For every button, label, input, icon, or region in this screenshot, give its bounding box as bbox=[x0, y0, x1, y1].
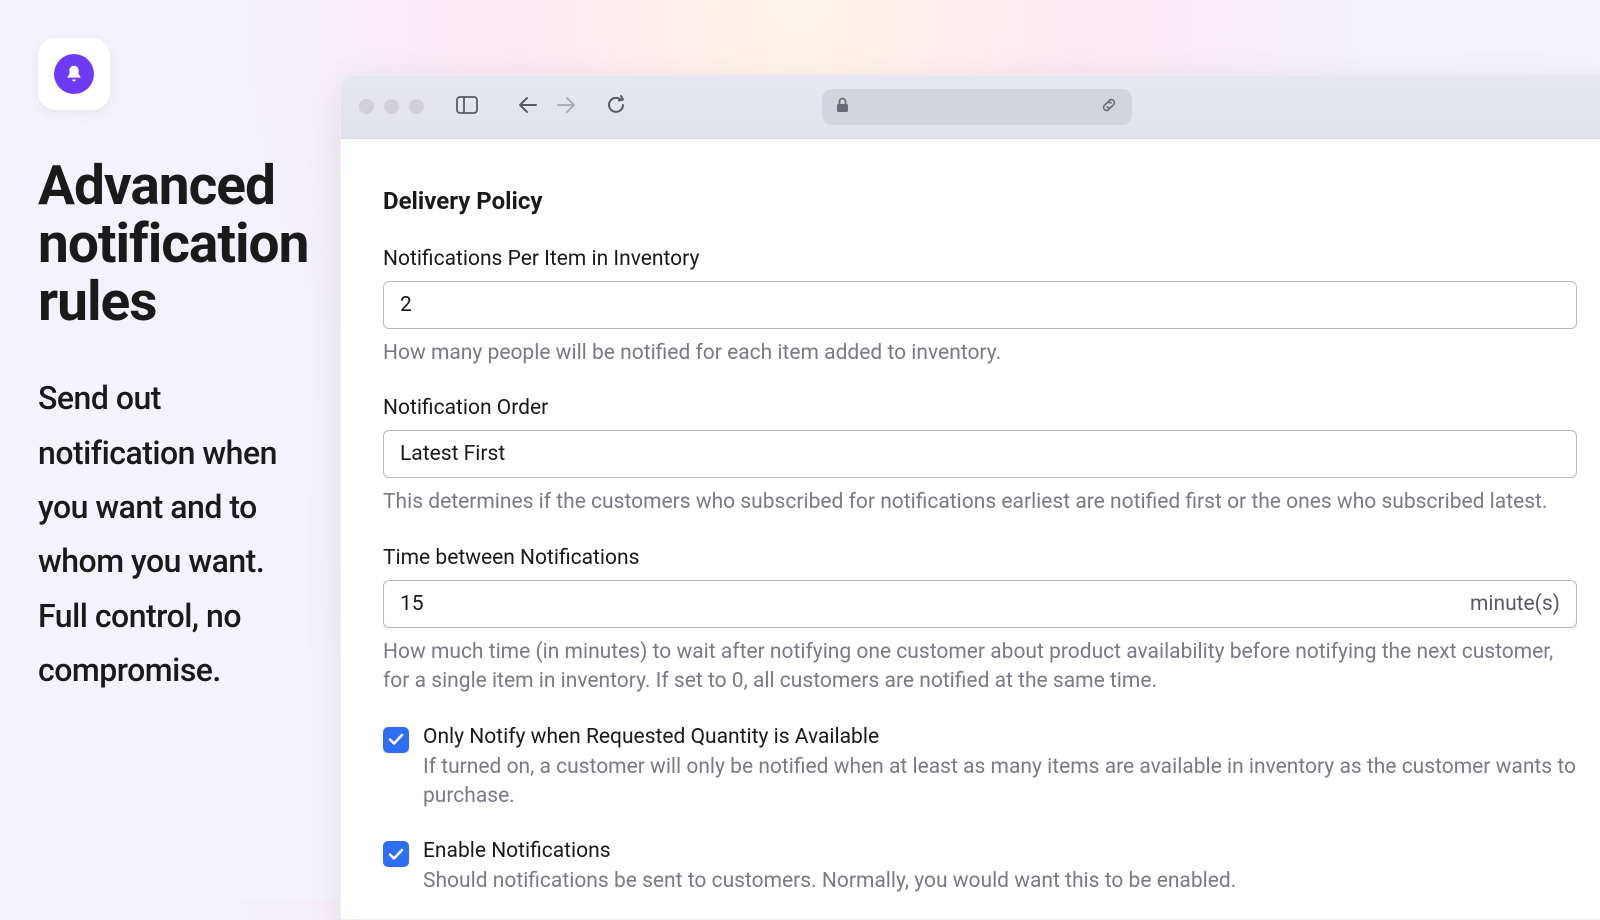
window-controls bbox=[359, 99, 424, 114]
checkbox-only-requested-qty: Only Notify when Requested Quantity is A… bbox=[383, 725, 1577, 812]
refresh-button[interactable] bbox=[606, 95, 626, 119]
per-item-value: 2 bbox=[400, 293, 412, 317]
page-heading: Advanced notification rules bbox=[38, 158, 320, 331]
only-requested-qty-checkbox[interactable] bbox=[383, 727, 409, 753]
sidebar-toggle-icon[interactable] bbox=[456, 96, 478, 118]
field-time-between: Time between Notifications 15 minute(s) … bbox=[383, 546, 1577, 697]
minimize-window-button[interactable] bbox=[384, 99, 399, 114]
app-icon-card bbox=[38, 38, 110, 110]
time-between-value: 15 bbox=[400, 592, 424, 616]
forward-button[interactable] bbox=[556, 96, 576, 118]
time-between-suffix: minute(s) bbox=[1470, 592, 1560, 616]
page-subheading: Send out notification when you want and … bbox=[38, 371, 320, 697]
check-icon bbox=[388, 733, 404, 746]
enable-notifications-hint: Should notifications be sent to customer… bbox=[423, 867, 1577, 896]
back-button[interactable] bbox=[518, 96, 538, 118]
enable-notifications-label: Enable Notifications bbox=[423, 839, 1577, 863]
settings-content: Delivery Policy Notifications Per Item i… bbox=[341, 139, 1600, 920]
order-label: Notification Order bbox=[383, 396, 1577, 420]
link-icon bbox=[1100, 96, 1118, 118]
order-value: Latest First bbox=[400, 442, 505, 466]
bell-icon bbox=[54, 54, 94, 94]
section-title: Delivery Policy bbox=[383, 187, 1577, 215]
per-item-hint: How many people will be notified for eac… bbox=[383, 339, 1577, 368]
browser-window: Delivery Policy Notifications Per Item i… bbox=[340, 74, 1600, 920]
browser-toolbar bbox=[341, 75, 1600, 139]
only-requested-qty-hint: If turned on, a customer will only be no… bbox=[423, 753, 1577, 812]
time-between-input[interactable]: 15 minute(s) bbox=[383, 580, 1577, 628]
time-between-label: Time between Notifications bbox=[383, 546, 1577, 570]
per-item-input[interactable]: 2 bbox=[383, 281, 1577, 329]
order-hint: This determines if the customers who sub… bbox=[383, 488, 1577, 517]
close-window-button[interactable] bbox=[359, 99, 374, 114]
time-between-hint: How much time (in minutes) to wait after… bbox=[383, 638, 1577, 697]
field-notifications-per-item: Notifications Per Item in Inventory 2 Ho… bbox=[383, 247, 1577, 368]
address-bar[interactable] bbox=[822, 89, 1132, 125]
field-notification-order: Notification Order Latest First This det… bbox=[383, 396, 1577, 517]
order-select[interactable]: Latest First bbox=[383, 430, 1577, 478]
checkbox-enable-notifications: Enable Notifications Should notification… bbox=[383, 839, 1577, 896]
lock-icon bbox=[836, 97, 849, 117]
marketing-left-panel: Advanced notification rules Send out not… bbox=[0, 0, 340, 900]
only-requested-qty-label: Only Notify when Requested Quantity is A… bbox=[423, 725, 1577, 749]
per-item-label: Notifications Per Item in Inventory bbox=[383, 247, 1577, 271]
enable-notifications-checkbox[interactable] bbox=[383, 841, 409, 867]
maximize-window-button[interactable] bbox=[409, 99, 424, 114]
check-icon bbox=[388, 848, 404, 861]
